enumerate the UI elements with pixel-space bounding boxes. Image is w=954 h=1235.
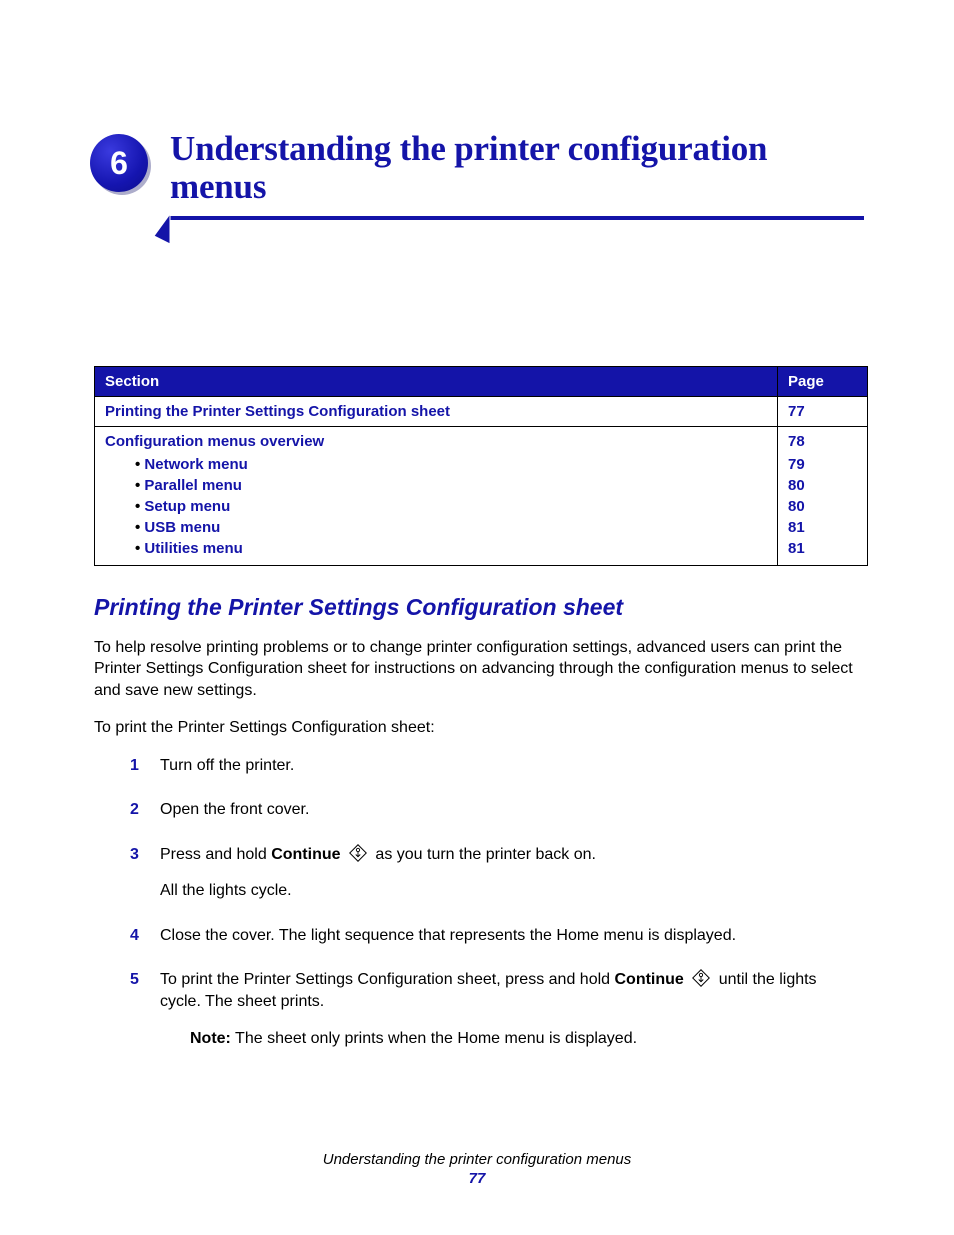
toc-header-section: Section	[95, 366, 778, 396]
toc-link[interactable]: Network menu	[105, 454, 767, 475]
lead-paragraph: To print the Printer Settings Configurat…	[94, 717, 860, 739]
step-text: Turn off the printer.	[160, 757, 294, 774]
chapter-header: 6 Understanding the printer configuratio…	[90, 130, 864, 206]
list-item: Close the cover. The light sequence that…	[130, 925, 860, 969]
section-heading: Printing the Printer Settings Configurat…	[94, 594, 860, 621]
chapter-title: Understanding the printer configuration …	[170, 130, 864, 206]
footer-title: Understanding the printer configuration …	[0, 1151, 954, 1168]
toc-page[interactable]: 77	[778, 396, 868, 426]
list-item: Turn off the printer.	[130, 755, 860, 799]
toc-link[interactable]: Printing the Printer Settings Configurat…	[95, 396, 778, 426]
toc-page[interactable]: 80	[788, 475, 857, 496]
step-text: as you turn the printer back on.	[375, 846, 596, 863]
toc-page[interactable]: 81	[788, 538, 857, 559]
step-text: To print the Printer Settings Configurat…	[160, 971, 614, 988]
page-footer: Understanding the printer configuration …	[0, 1151, 954, 1187]
intro-paragraph: To help resolve printing problems or to …	[94, 637, 860, 702]
toc-table: Section Page Printing the Printer Settin…	[94, 366, 868, 566]
toc-page[interactable]: 81	[788, 517, 857, 538]
toc-link[interactable]: Utilities menu	[105, 538, 767, 559]
note-text: The sheet only prints when the Home menu…	[231, 1030, 637, 1047]
step-text: Close the cover. The light sequence that…	[160, 927, 736, 944]
list-item: Press and hold Continue as you turn the …	[130, 844, 860, 925]
toc-link[interactable]: Configuration menus overview	[105, 433, 767, 454]
note: Note: The sheet only prints when the Hom…	[190, 1028, 860, 1050]
continue-label: Continue	[271, 846, 340, 863]
chapter-number: 6	[90, 134, 148, 192]
toc-header-page: Page	[778, 366, 868, 396]
step-text: Press and hold	[160, 846, 271, 863]
chapter-number-badge: 6	[90, 134, 152, 196]
steps-list: Turn off the printer. Open the front cov…	[130, 755, 860, 1072]
toc-link[interactable]: Setup menu	[105, 496, 767, 517]
chapter-divider	[90, 216, 864, 256]
step-text: Open the front cover.	[160, 801, 309, 818]
toc-header-row: Section Page	[95, 366, 868, 396]
table-row: Printing the Printer Settings Configurat…	[95, 396, 868, 426]
continue-diamond-icon	[349, 844, 367, 862]
table-row: Configuration menus overview Network men…	[95, 426, 868, 565]
chapter-tick-icon	[154, 214, 184, 246]
footer-page-number: 77	[0, 1170, 954, 1187]
step-subtext: All the lights cycle.	[160, 880, 860, 902]
toc-link[interactable]: USB menu	[105, 517, 767, 538]
toc-page[interactable]: 80	[788, 496, 857, 517]
toc-link[interactable]: Parallel menu	[105, 475, 767, 496]
continue-label: Continue	[614, 971, 683, 988]
toc-page[interactable]: 79	[788, 454, 857, 475]
list-item: Open the front cover.	[130, 799, 860, 843]
continue-diamond-icon	[692, 969, 710, 987]
toc-page[interactable]: 78	[788, 433, 857, 454]
note-label: Note:	[190, 1030, 231, 1047]
list-item: To print the Printer Settings Configurat…	[130, 969, 860, 1072]
